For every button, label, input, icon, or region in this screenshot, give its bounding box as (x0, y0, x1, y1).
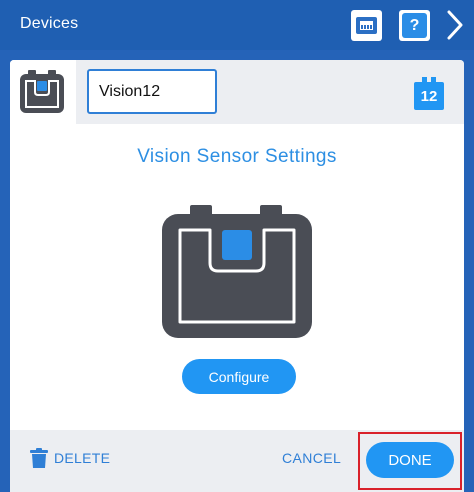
configure-button[interactable]: Configure (182, 359, 296, 394)
device-name-input[interactable] (87, 69, 217, 114)
header-title: Devices (20, 15, 79, 32)
port-badge: 12 (414, 76, 444, 110)
port-number: 12 (420, 88, 438, 105)
next-button[interactable] (444, 8, 466, 42)
done-button[interactable]: DONE (366, 442, 454, 478)
port-button[interactable] (351, 10, 382, 41)
device-card: 12 Vision Sensor Settings Configure DELE… (10, 60, 464, 492)
vision-sensor-icon (20, 70, 64, 113)
trash-icon (30, 448, 48, 468)
help-icon: ? (402, 13, 427, 38)
port-icon (356, 17, 377, 34)
settings-title: Vision Sensor Settings (137, 146, 337, 167)
header-bar: Devices ? (0, 0, 474, 50)
delete-button[interactable]: DELETE (30, 446, 110, 470)
device-icon-area (10, 60, 76, 124)
vision-sensor-illustration (162, 205, 312, 338)
device-toolbar: 12 (10, 60, 464, 124)
delete-label: DELETE (54, 450, 111, 466)
devices-window: Devices ? Vision12 12 Vision Sensor Sett… (0, 0, 474, 492)
chevron-right-icon (447, 10, 463, 40)
cancel-button[interactable]: CANCEL (282, 450, 341, 466)
footer-bar: DELETE CANCEL DONE (10, 430, 464, 492)
help-button[interactable]: ? (399, 10, 430, 41)
